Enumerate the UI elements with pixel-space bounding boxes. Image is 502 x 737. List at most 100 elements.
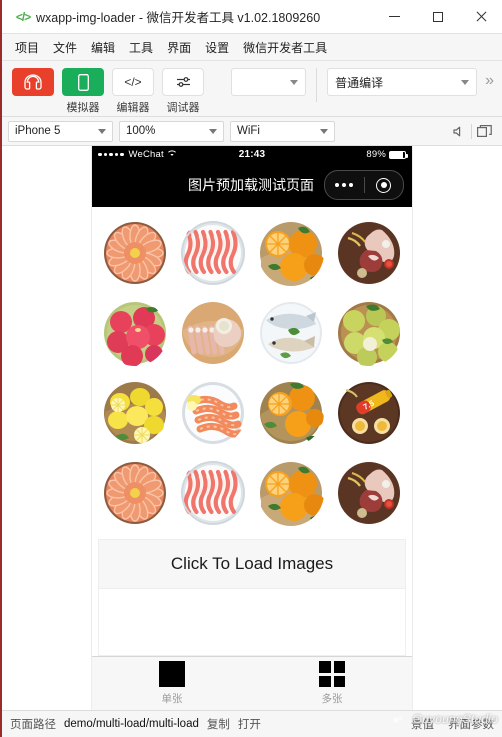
user-avatar-button[interactable] [12,68,54,96]
page-title: 图片预加载测试页面 [188,177,314,193]
network-select-value: WiFi [237,125,260,137]
wifi-icon [167,149,177,160]
blank-select[interactable] [230,68,307,96]
grid-cell[interactable] [96,215,174,291]
status-bar-time: 21:43 [238,149,266,160]
phone-tab-bar: 单张 多张 [92,656,412,710]
sliced-pork-belly-plate-image [180,220,246,286]
grid-cell[interactable] [96,375,174,451]
menu-item-settings[interactable]: 设置 [198,36,236,59]
grid-cell[interactable] [330,215,408,291]
grid-cell[interactable] [174,215,252,291]
status-bar-right: 89% [265,149,409,160]
chevron-down-icon [290,79,299,85]
fresh-fish-plate-image [258,300,324,366]
scene-value-button[interactable]: 景值 [411,716,434,732]
zoom-select[interactable]: 100% [119,120,224,142]
more-dots-icon[interactable] [325,183,364,187]
copy-path-button[interactable]: 复制 [207,716,230,732]
menu-item-file[interactable]: 文件 [46,36,84,59]
status-footer: 页面路径 demo/multi-load/multi-load 复制 打开 景值… [2,710,502,737]
watermark-leaf-icon [393,716,403,723]
menu-item-edit[interactable]: 编辑 [84,36,122,59]
grid-cell[interactable] [174,455,252,531]
signal-dots-icon [98,152,124,157]
compile-mode-select[interactable]: 普通编译 [327,68,478,96]
editor-label: 编辑器 [116,102,150,114]
grid-cell[interactable] [96,455,174,531]
chevron-down-icon [98,128,106,134]
device-select[interactable]: iPhone 5 [8,120,113,142]
target-circle-icon[interactable] [365,177,404,193]
cooked-shrimp-plate-image [180,380,246,446]
device-select-value: iPhone 5 [15,125,61,137]
device-bar: iPhone 5 100% WiFi [2,117,502,146]
menu-item-project[interactable]: 项目 [8,36,46,59]
load-images-button[interactable]: Click To Load Images [98,539,406,589]
four-squares-icon [319,661,345,687]
open-path-button[interactable]: 打开 [238,716,261,732]
wechat-capsule-button[interactable] [324,170,404,200]
tab-single[interactable]: 单张 [92,661,252,706]
toolbar-overflow-button[interactable]: » [485,72,494,90]
minimize-button[interactable] [373,0,416,33]
grid-cell[interactable] [330,455,408,531]
lamb-leg-cutting-board-image [336,460,402,526]
menu-item-devtools[interactable]: 微信开发者工具 [236,36,334,59]
grid-cell[interactable] [252,215,330,291]
zoom-select-value: 100% [126,125,156,137]
close-icon [475,11,487,23]
debugger-label: 调试器 [166,102,200,114]
battery-percent-label: 89% [366,149,387,160]
detach-window-icon[interactable] [472,120,496,142]
status-footer-right: 景值 界面参数 [411,716,494,732]
menu-item-tools[interactable]: 工具 [122,36,160,59]
grid-cell[interactable] [252,295,330,371]
grid-cell[interactable] [174,375,252,451]
green-pears-bowl-image [336,300,402,366]
grid-cell[interactable]: 7.5 [330,375,408,451]
salmon-sashimi-platter-image [102,460,168,526]
simulator-button[interactable]: 模拟器 [62,68,104,115]
maximize-button[interactable] [416,0,459,33]
app-window: </> wxapp-img-loader - 微信开发者工具 v1.02.180… [0,0,502,737]
oranges-basket-image [258,460,324,526]
beer-bottle-board-image: 7.5 [336,380,402,446]
tab-single-label: 单张 [161,693,183,705]
debugger-button[interactable]: 调试器 [162,68,204,115]
grid-cell[interactable] [174,295,252,371]
sliders-icon [162,68,204,96]
tab-multi-label: 多张 [321,693,343,705]
grid-cell[interactable] [252,455,330,531]
toolbar-tool-group: 模拟器 </> 编辑器 调试器 [12,68,204,115]
oranges-bowl-image [258,380,324,446]
grid-cell[interactable] [252,375,330,451]
simulator-label: 模拟器 [66,102,100,114]
compile-mode-value: 普通编译 [335,75,384,90]
interface-params-button[interactable]: 界面参数 [448,716,494,732]
code-icon: </> [112,68,154,96]
toolbar: 模拟器 </> 编辑器 调试器 普通编译 » [2,61,502,117]
phone-nav-bar: 图片预加载测试页面 [92,163,412,207]
oranges-basket-image [258,220,324,286]
battery-icon [389,150,409,159]
grid-cell[interactable] [330,295,408,371]
status-bar-left: WeChat [98,149,239,160]
simulator-stage: WeChat 21:43 89% 图片预加载测试页面 7.5 Click To … [2,146,502,710]
page-path-value: demo/multi-load/multi-load [64,718,199,730]
grid-cell[interactable] [96,295,174,371]
chevron-down-icon [320,128,328,134]
editor-button[interactable]: </> 编辑器 [112,68,154,115]
window-title: wxapp-img-loader - 微信开发者工具 v1.02.1809260 [36,11,321,25]
close-button[interactable] [459,0,502,33]
speaker-mute-icon[interactable] [447,120,471,142]
image-grid: 7.5 [96,215,408,531]
tab-multi[interactable]: 多张 [252,661,412,706]
network-select[interactable]: WiFi [230,120,335,142]
sliced-pork-belly-plate-image [180,460,246,526]
lemons-bowl-image [102,380,168,446]
phone-frame: WeChat 21:43 89% 图片预加载测试页面 7.5 Click To … [92,146,412,710]
menu-item-interface[interactable]: 界面 [160,36,198,59]
window-controls [373,0,502,33]
title-bar: </> wxapp-img-loader - 微信开发者工具 v1.02.180… [2,0,502,34]
